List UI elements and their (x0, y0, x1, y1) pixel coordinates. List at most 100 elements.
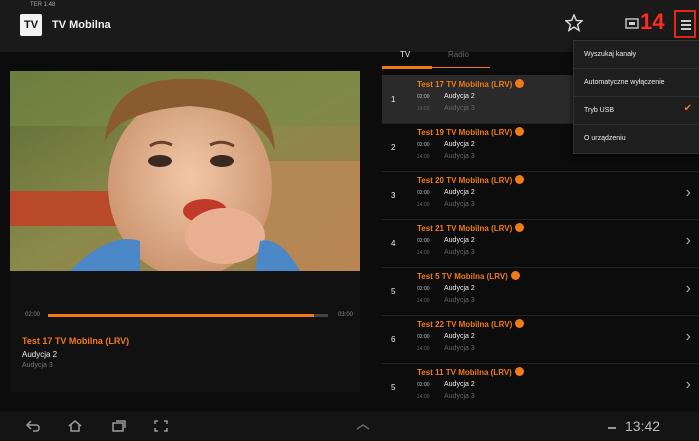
info-icon (515, 223, 525, 233)
channel-row[interactable]: 6 Test 22 TV Mobilna (LRV) 02:00 Audycja… (382, 315, 699, 364)
video-player[interactable] (10, 71, 360, 271)
channel-number: 5 (391, 287, 396, 296)
channel-row[interactable]: 5 Test 11 TV Mobilna (LRV) 02:00 Audycja… (382, 363, 699, 412)
channel-row[interactable]: 3 Test 20 TV Mobilna (LRV) 02:00 Audycja… (382, 171, 699, 220)
channel-name-wrap: Test 21 TV Mobilna (LRV) (417, 223, 525, 233)
chevron-right-icon[interactable]: › (686, 328, 691, 346)
info-icon (515, 175, 525, 185)
menu-item-label: Automatyczne wyłączenie (584, 79, 665, 86)
player-info-panel (10, 271, 360, 392)
program-time: 02:00 (417, 286, 430, 292)
channel-name: Test 20 TV Mobilna (LRV) (417, 176, 513, 185)
menu-item-auto-off[interactable]: Automatyczne wyłączenie (574, 69, 699, 97)
notification-icon (608, 427, 616, 429)
channel-name-wrap: Test 19 TV Mobilna (LRV) (417, 127, 525, 137)
channel-name-wrap: Test 22 TV Mobilna (LRV) (417, 319, 525, 329)
home-icon[interactable] (67, 419, 83, 433)
overflow-menu: Wyszukaj kanały Automatyczne wyłączenie … (573, 40, 699, 154)
tab-tv[interactable]: TV (400, 50, 410, 59)
next-program-time: 14:00 (417, 154, 430, 160)
program-time: 02:00 (417, 190, 430, 196)
menu-item-label: Tryb USB (584, 107, 615, 114)
channel-name: Test 19 TV Mobilna (LRV) (417, 128, 513, 137)
channel-name-wrap: Test 5 TV Mobilna (LRV) (417, 271, 520, 281)
channel-name: Test 11 TV Mobilna (LRV) (417, 368, 512, 377)
menu-item-usb-mode[interactable]: Tryb USB ✔ (574, 97, 699, 125)
time-end: 03:00 (338, 312, 354, 318)
next-program-time: 14:00 (417, 106, 430, 112)
channel-number: 5 (391, 383, 396, 392)
info-icon (514, 367, 524, 377)
menu-item-label: O urządzeniu (584, 135, 626, 142)
next-program-time: 14:00 (417, 250, 430, 256)
progress-fill (48, 314, 314, 317)
back-icon[interactable] (25, 419, 41, 433)
next-program-time: 14:00 (417, 346, 430, 352)
program-title: Audycja 2 (444, 333, 475, 340)
app-title: TV Mobilna (52, 19, 111, 31)
chevron-up-icon[interactable] (355, 419, 371, 433)
program-time: 02:00 (417, 238, 430, 244)
channel-name: Test 5 TV Mobilna (LRV) (417, 272, 508, 281)
channel-name-wrap: Test 11 TV Mobilna (LRV) (417, 367, 524, 377)
recent-apps-icon[interactable] (111, 419, 127, 433)
next-program-title: Audycja 3 (444, 153, 475, 160)
program-title: Audycja 2 (444, 237, 475, 244)
channel-name-wrap: Test 20 TV Mobilna (LRV) (417, 175, 525, 185)
status-text: TER 1:48 (30, 2, 56, 8)
program-time: 02:00 (417, 94, 430, 100)
time-start: 02:00 (25, 312, 41, 318)
channel-name: Test 21 TV Mobilna (LRV) (417, 224, 513, 233)
checkmark-icon: ✔ (683, 103, 692, 114)
chevron-right-icon[interactable]: › (686, 184, 691, 202)
screenshot-icon[interactable] (153, 419, 169, 433)
active-tab-indicator (382, 66, 432, 69)
program-title: Audycja 2 (444, 285, 475, 292)
navigation-bar (0, 411, 699, 441)
next-program-title: Audycja 3 (444, 345, 475, 352)
channel-row[interactable]: 5 Test 5 TV Mobilna (LRV) 02:00 Audycja … (382, 267, 699, 316)
channel-name-wrap: Test 17 TV Mobilna (LRV) (417, 79, 525, 89)
callout-number: 14 (640, 9, 665, 34)
now-playing-program: Audycja 2 (22, 350, 58, 359)
channel-number: 4 (391, 239, 396, 248)
info-icon (510, 271, 520, 281)
overflow-menu-button[interactable] (674, 10, 696, 38)
program-title: Audycja 2 (444, 141, 475, 148)
channel-row[interactable]: 4 Test 21 TV Mobilna (LRV) 02:00 Audycja… (382, 219, 699, 268)
screen-cast-icon[interactable] (624, 16, 640, 32)
program-title: Audycja 2 (444, 189, 475, 196)
chevron-right-icon[interactable]: › (686, 376, 691, 394)
info-icon (515, 79, 525, 89)
program-time: 02:00 (417, 382, 430, 388)
now-playing-title: Test 17 TV Mobilna (LRV) (22, 336, 130, 346)
menu-item-search-channels[interactable]: Wyszukaj kanały (574, 41, 699, 69)
progress-bar[interactable] (48, 314, 328, 317)
program-title: Audycja 2 (444, 381, 475, 388)
star-icon[interactable] (565, 14, 583, 32)
chevron-right-icon[interactable]: › (686, 232, 691, 250)
app-logo: TV (20, 14, 42, 36)
next-program-title: Audycja 3 (444, 249, 475, 256)
channel-number: 2 (391, 143, 396, 152)
next-program: Audycja 3 (22, 362, 53, 369)
next-program-time: 14:00 (417, 298, 430, 304)
info-icon (515, 319, 525, 329)
channel-number: 3 (391, 191, 396, 200)
video-frame (10, 71, 360, 271)
next-program-time: 14:00 (417, 202, 430, 208)
channel-number: 1 (391, 95, 396, 104)
next-program-title: Audycja 3 (444, 201, 475, 208)
chevron-right-icon[interactable]: › (686, 280, 691, 298)
channel-name: Test 17 TV Mobilna (LRV) (417, 80, 513, 89)
clock: 13:42 (625, 418, 661, 434)
next-program-title: Audycja 3 (444, 105, 475, 112)
menu-item-about-device[interactable]: O urządzeniu (574, 125, 699, 152)
program-time: 02:00 (417, 142, 430, 148)
tab-radio[interactable]: Radio (448, 50, 469, 59)
next-program-title: Audycja 3 (444, 393, 475, 400)
channel-number: 6 (391, 335, 396, 344)
next-program-time: 14:00 (417, 394, 430, 400)
program-time: 02:00 (417, 334, 430, 340)
info-icon (515, 127, 525, 137)
